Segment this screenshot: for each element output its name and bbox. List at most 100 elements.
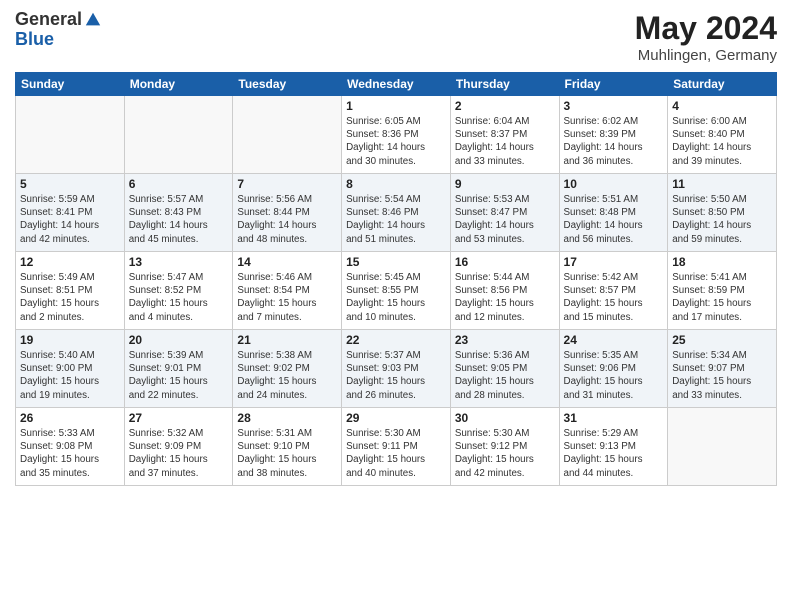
day-info: Sunrise: 5:29 AM Sunset: 9:13 PM Dayligh…: [564, 427, 664, 480]
month-title: May 2024: [635, 10, 777, 47]
day-info: Sunrise: 5:32 AM Sunset: 9:09 PM Dayligh…: [129, 427, 229, 480]
calendar-cell: 18 Sunrise: 5:41 AM Sunset: 8:59 PM Dayli…: [668, 252, 777, 330]
calendar-cell: 25Sunrise: 5:34 AM Sunset: 9:07 PM Dayli…: [668, 330, 777, 408]
day-number: 3: [564, 99, 664, 113]
day-info: Sunrise: 5:45 AM Sunset: 8:55 PM Dayligh…: [346, 271, 446, 324]
day-info: Sunrise: 6:00 AM Sunset: 8:40 PM Dayligh…: [672, 115, 772, 168]
calendar-cell: 28 Sunrise: 5:31 AM Sunset: 9:10 PM Dayli…: [233, 408, 342, 486]
calendar-cell: 1 Sunrise: 6:05 AM Sunset: 8:36 PM Daylig…: [342, 96, 451, 174]
day-number: 1: [346, 99, 446, 113]
title-area: May 2024 Muhlingen, Germany: [635, 10, 777, 64]
day-number: 24: [564, 333, 664, 347]
calendar-cell: [16, 96, 125, 174]
day-number: 12: [20, 255, 120, 269]
calendar-cell: 7 Sunrise: 5:56 AM Sunset: 8:44 PM Daylig…: [233, 174, 342, 252]
calendar-day-header: Sunday: [16, 73, 125, 96]
calendar-cell: 4 Sunrise: 6:00 AM Sunset: 8:40 PM Daylig…: [668, 96, 777, 174]
calendar-cell: 19 Sunrise: 5:40 AM Sunset: 9:00 PM Dayli…: [16, 330, 125, 408]
day-number: 29: [346, 411, 446, 425]
day-number: 19: [20, 333, 120, 347]
day-number: 30: [455, 411, 555, 425]
calendar-cell: 24 Sunrise: 5:35 AM Sunset: 9:06 PM Dayli…: [559, 330, 668, 408]
day-number: 4: [672, 99, 772, 113]
day-info: Sunrise: 5:44 AM Sunset: 8:56 PM Dayligh…: [455, 271, 555, 324]
calendar-cell: 5 Sunrise: 5:59 AM Sunset: 8:41 PM Daylig…: [16, 174, 125, 252]
day-info: Sunrise: 5:30 AM Sunset: 9:11 PM Dayligh…: [346, 427, 446, 480]
day-number: 28: [237, 411, 337, 425]
calendar-cell: 31 Sunrise: 5:29 AM Sunset: 9:13 PM Dayli…: [559, 408, 668, 486]
day-number: 31: [564, 411, 664, 425]
calendar-cell: 6 Sunrise: 5:57 AM Sunset: 8:43 PM Daylig…: [124, 174, 233, 252]
day-number: 25: [672, 333, 772, 347]
day-number: 8: [346, 177, 446, 191]
page-header: General Blue May 2024 Muhlingen, Germany: [15, 10, 777, 64]
day-info: Sunrise: 5:33 AM Sunset: 9:08 PM Dayligh…: [20, 427, 120, 480]
day-number: 7: [237, 177, 337, 191]
day-info: Sunrise: 5:36 AM Sunset: 9:05 PM Dayligh…: [455, 349, 555, 402]
day-info: Sunrise: 5:57 AM Sunset: 8:43 PM Dayligh…: [129, 193, 229, 246]
calendar-week-row: 12 Sunrise: 5:49 AM Sunset: 8:51 PM Dayli…: [16, 252, 777, 330]
calendar-cell: 13Sunrise: 5:47 AM Sunset: 8:52 PM Dayli…: [124, 252, 233, 330]
day-number: 20: [129, 333, 229, 347]
day-number: 21: [237, 333, 337, 347]
calendar-cell: 21 Sunrise: 5:38 AM Sunset: 9:02 PM Dayli…: [233, 330, 342, 408]
logo-general-text: General: [15, 10, 82, 30]
day-number: 17: [564, 255, 664, 269]
calendar-cell: 14 Sunrise: 5:46 AM Sunset: 8:54 PM Dayli…: [233, 252, 342, 330]
logo-blue-text: Blue: [15, 29, 54, 49]
day-number: 15: [346, 255, 446, 269]
page-container: General Blue May 2024 Muhlingen, Germany…: [0, 0, 792, 612]
day-info: Sunrise: 5:51 AM Sunset: 8:48 PM Dayligh…: [564, 193, 664, 246]
calendar-cell: 17Sunrise: 5:42 AM Sunset: 8:57 PM Dayli…: [559, 252, 668, 330]
day-info: Sunrise: 5:38 AM Sunset: 9:02 PM Dayligh…: [237, 349, 337, 402]
calendar-cell: 15 Sunrise: 5:45 AM Sunset: 8:55 PM Dayli…: [342, 252, 451, 330]
calendar-week-row: 26Sunrise: 5:33 AM Sunset: 9:08 PM Dayli…: [16, 408, 777, 486]
day-number: 10: [564, 177, 664, 191]
calendar-header-row: SundayMondayTuesdayWednesdayThursdayFrid…: [16, 73, 777, 96]
calendar-cell: 3 Sunrise: 6:02 AM Sunset: 8:39 PM Daylig…: [559, 96, 668, 174]
day-info: Sunrise: 5:40 AM Sunset: 9:00 PM Dayligh…: [20, 349, 120, 402]
calendar-cell: 10 Sunrise: 5:51 AM Sunset: 8:48 PM Dayli…: [559, 174, 668, 252]
logo: General Blue: [15, 10, 102, 50]
calendar-cell: [124, 96, 233, 174]
calendar-cell: 8 Sunrise: 5:54 AM Sunset: 8:46 PM Daylig…: [342, 174, 451, 252]
day-number: 22: [346, 333, 446, 347]
day-number: 14: [237, 255, 337, 269]
day-info: Sunrise: 6:04 AM Sunset: 8:37 PM Dayligh…: [455, 115, 555, 168]
calendar-table: SundayMondayTuesdayWednesdayThursdayFrid…: [15, 72, 777, 486]
day-number: 18: [672, 255, 772, 269]
calendar-cell: 9 Sunrise: 5:53 AM Sunset: 8:47 PM Daylig…: [450, 174, 559, 252]
day-info: Sunrise: 5:53 AM Sunset: 8:47 PM Dayligh…: [455, 193, 555, 246]
calendar-cell: 26Sunrise: 5:33 AM Sunset: 9:08 PM Dayli…: [16, 408, 125, 486]
calendar-day-header: Tuesday: [233, 73, 342, 96]
day-info: Sunrise: 5:56 AM Sunset: 8:44 PM Dayligh…: [237, 193, 337, 246]
day-info: Sunrise: 5:41 AM Sunset: 8:59 PM Dayligh…: [672, 271, 772, 324]
location: Muhlingen, Germany: [635, 47, 777, 64]
calendar-cell: 29 Sunrise: 5:30 AM Sunset: 9:11 PM Dayli…: [342, 408, 451, 486]
day-info: Sunrise: 5:49 AM Sunset: 8:51 PM Dayligh…: [20, 271, 120, 324]
day-number: 9: [455, 177, 555, 191]
calendar-cell: 30Sunrise: 5:30 AM Sunset: 9:12 PM Dayli…: [450, 408, 559, 486]
day-info: Sunrise: 6:02 AM Sunset: 8:39 PM Dayligh…: [564, 115, 664, 168]
day-info: Sunrise: 5:39 AM Sunset: 9:01 PM Dayligh…: [129, 349, 229, 402]
day-number: 27: [129, 411, 229, 425]
calendar-cell: 20 Sunrise: 5:39 AM Sunset: 9:01 PM Dayli…: [124, 330, 233, 408]
calendar-cell: 16 Sunrise: 5:44 AM Sunset: 8:56 PM Dayli…: [450, 252, 559, 330]
day-number: 5: [20, 177, 120, 191]
calendar-cell: 22 Sunrise: 5:37 AM Sunset: 9:03 PM Dayli…: [342, 330, 451, 408]
day-info: Sunrise: 5:59 AM Sunset: 8:41 PM Dayligh…: [20, 193, 120, 246]
calendar-day-header: Thursday: [450, 73, 559, 96]
day-info: Sunrise: 6:05 AM Sunset: 8:36 PM Dayligh…: [346, 115, 446, 168]
day-info: Sunrise: 5:46 AM Sunset: 8:54 PM Dayligh…: [237, 271, 337, 324]
day-number: 13: [129, 255, 229, 269]
day-info: Sunrise: 5:31 AM Sunset: 9:10 PM Dayligh…: [237, 427, 337, 480]
logo-icon: [84, 11, 102, 29]
day-number: 23: [455, 333, 555, 347]
day-info: Sunrise: 5:37 AM Sunset: 9:03 PM Dayligh…: [346, 349, 446, 402]
calendar-cell: 23 Sunrise: 5:36 AM Sunset: 9:05 PM Dayli…: [450, 330, 559, 408]
day-number: 6: [129, 177, 229, 191]
calendar-week-row: 5 Sunrise: 5:59 AM Sunset: 8:41 PM Daylig…: [16, 174, 777, 252]
day-info: Sunrise: 5:54 AM Sunset: 8:46 PM Dayligh…: [346, 193, 446, 246]
day-number: 16: [455, 255, 555, 269]
day-info: Sunrise: 5:35 AM Sunset: 9:06 PM Dayligh…: [564, 349, 664, 402]
